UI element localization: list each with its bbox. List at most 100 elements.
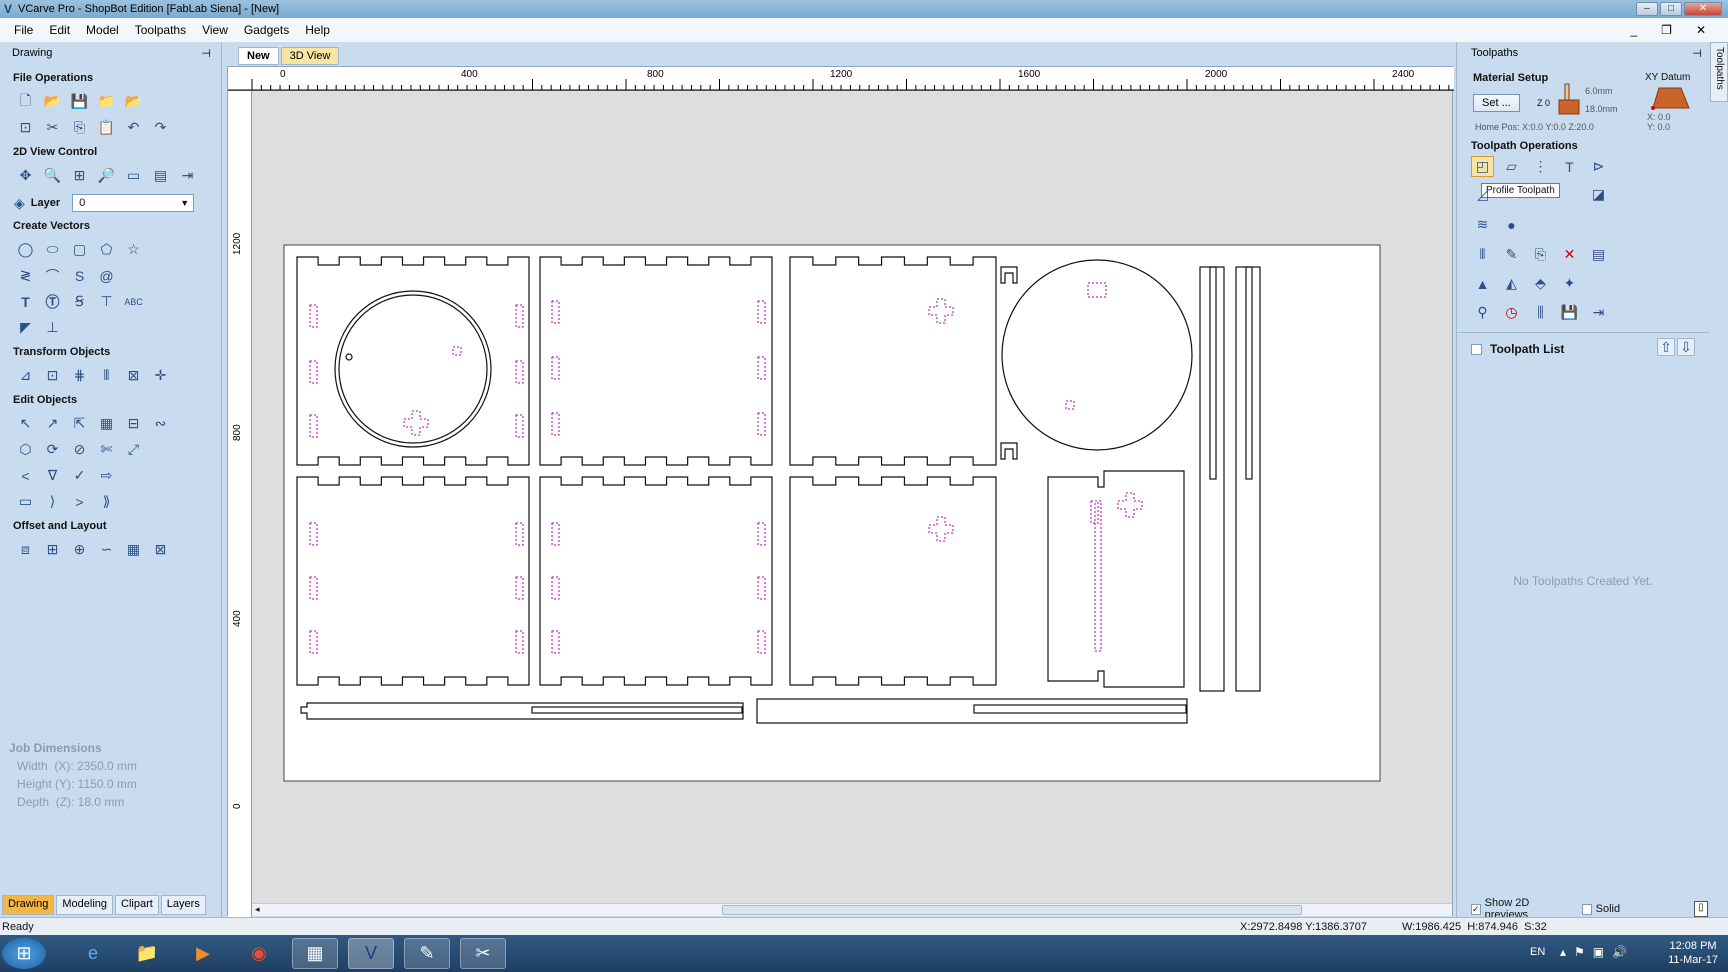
move-down-icon[interactable]: ⇩ bbox=[1677, 338, 1695, 356]
volume-icon[interactable]: 🔊 bbox=[1612, 945, 1635, 959]
polygon-icon[interactable]: ⬠ bbox=[95, 239, 118, 260]
fluting-toolpath-icon[interactable]: ◿ bbox=[1471, 184, 1494, 205]
toolpath-template-icon[interactable]: ⚲ bbox=[1471, 302, 1494, 323]
copy-along-vector-icon[interactable]: ∽ bbox=[95, 539, 118, 560]
close-button[interactable]: ✕ bbox=[1684, 2, 1722, 16]
menu-view[interactable]: View bbox=[194, 23, 236, 37]
spiral-icon[interactable]: @ bbox=[95, 265, 118, 286]
doc-close-icon[interactable]: ✕ bbox=[1688, 23, 1722, 37]
calculate-icon[interactable]: ▤ bbox=[1587, 244, 1610, 265]
rotate-icon[interactable]: ✛ bbox=[149, 365, 172, 386]
scissors-icon[interactable]: ✄ bbox=[95, 439, 118, 460]
profile-toolpath-icon[interactable]: ◰ bbox=[1471, 156, 1494, 177]
zoom-icon[interactable]: 🔍 bbox=[41, 165, 64, 186]
snipping-tool-icon[interactable]: ✂ bbox=[460, 938, 506, 969]
group-icon[interactable]: ▦ bbox=[95, 413, 118, 434]
preview-selected-icon[interactable]: ◭ bbox=[1500, 273, 1523, 294]
align-icon[interactable]: ⋕ bbox=[68, 365, 91, 386]
file-explorer-icon[interactable]: 📁 bbox=[124, 938, 170, 969]
toolpath-list[interactable]: No Toolpaths Created Yet. bbox=[1457, 364, 1709, 899]
tool-list-icon[interactable]: ⫼ bbox=[1529, 302, 1552, 323]
layer-select[interactable]: 0 ▼ bbox=[72, 194, 195, 212]
menu-file[interactable]: File bbox=[6, 23, 41, 37]
copy-icon[interactable]: ⎘ bbox=[68, 117, 91, 138]
open-file-icon[interactable]: 📂 bbox=[41, 91, 64, 112]
mirror-icon[interactable]: ⫴ bbox=[95, 365, 118, 386]
scroll-left-arrow[interactable]: ◂ bbox=[255, 904, 260, 915]
save-toolpath-icon[interactable]: 💾 bbox=[1558, 302, 1581, 323]
tab-modeling[interactable]: Modeling bbox=[56, 895, 113, 915]
text-box-icon[interactable]: Ⓣ bbox=[41, 291, 64, 312]
tab-3d-view[interactable]: 3D View bbox=[280, 47, 340, 65]
tool-database-icon[interactable]: ⫴ bbox=[1471, 244, 1494, 265]
doc-restore-icon[interactable]: ❐ bbox=[1653, 23, 1688, 37]
system-clock[interactable]: 12:08 PM 11-Mar-17 bbox=[1668, 939, 1718, 967]
array-copy-icon[interactable]: ⊞ bbox=[41, 539, 64, 560]
offset-icon[interactable]: ⧈ bbox=[14, 539, 37, 560]
smooth-icon[interactable]: ⟫ bbox=[95, 491, 118, 512]
curve-icon[interactable]: S bbox=[68, 265, 91, 286]
save-icon[interactable]: 💾 bbox=[68, 91, 91, 112]
print-icon[interactable]: ▯ bbox=[1694, 901, 1708, 917]
3d-roughing-icon[interactable]: ≋ bbox=[1471, 214, 1494, 235]
reset-preview-icon[interactable]: ⬘ bbox=[1529, 273, 1552, 294]
zoom-box-icon[interactable]: 🔎 bbox=[95, 165, 118, 186]
tab-new[interactable]: New bbox=[238, 47, 279, 65]
drawing-svg[interactable] bbox=[252, 91, 1452, 903]
tab-layers[interactable]: Layers bbox=[160, 895, 206, 915]
paint-taskbar-icon[interactable]: ✎ bbox=[404, 938, 450, 969]
edit-toolpath-icon[interactable]: ✎ bbox=[1500, 244, 1523, 265]
node-edit-icon[interactable]: ↗ bbox=[41, 413, 64, 434]
tab-clipart[interactable]: Clipart bbox=[115, 895, 159, 915]
paste-icon[interactable]: 📋 bbox=[95, 117, 118, 138]
flag-icon[interactable]: ⚑ bbox=[1574, 945, 1593, 959]
set-size-icon[interactable]: ⊡ bbox=[41, 365, 64, 386]
v-icon[interactable]: ∇ bbox=[41, 465, 64, 486]
import-bitmap-icon[interactable]: 📂 bbox=[122, 91, 145, 112]
nesting-icon[interactable]: ⊠ bbox=[149, 539, 172, 560]
close-vectors-icon[interactable]: ▭ bbox=[14, 491, 37, 512]
move-icon[interactable]: ⊿ bbox=[14, 365, 37, 386]
render-icon[interactable]: ✦ bbox=[1558, 273, 1581, 294]
circle-icon[interactable]: ◯ bbox=[14, 239, 37, 260]
outline-arrow-icon[interactable]: ⇨ bbox=[95, 465, 118, 486]
text-on-curve-icon[interactable]: Ꞩ bbox=[68, 291, 91, 312]
network-icon[interactable]: ▣ bbox=[1593, 945, 1612, 959]
menu-gadgets[interactable]: Gadgets bbox=[236, 23, 297, 37]
measure-icon[interactable]: ⊥ bbox=[41, 317, 64, 338]
menu-toolpaths[interactable]: Toolpaths bbox=[127, 23, 194, 37]
doc-minimize-icon[interactable]: _ bbox=[1622, 23, 1653, 37]
inlay-toolpath-icon[interactable]: ⊳ bbox=[1587, 156, 1610, 177]
select-icon[interactable]: ↖ bbox=[14, 413, 37, 434]
distort-icon[interactable]: ⊠ bbox=[122, 365, 145, 386]
redo-icon[interactable]: ↷ bbox=[149, 117, 172, 138]
move-up-icon[interactable]: ⇧ bbox=[1657, 338, 1675, 356]
solid-checkbox[interactable] bbox=[1582, 903, 1592, 915]
vcarve-taskbar-icon[interactable]: V bbox=[348, 938, 394, 969]
undo-icon[interactable]: ↶ bbox=[122, 117, 145, 138]
abc-text-icon[interactable]: ABC bbox=[122, 291, 145, 312]
minimize-button[interactable]: – bbox=[1636, 2, 1658, 16]
show-2d-previews-checkbox[interactable]: ✓ bbox=[1471, 903, 1481, 915]
ungroup-icon[interactable]: ⊟ bbox=[122, 413, 145, 434]
new-file-icon[interactable]: 🗋 bbox=[14, 91, 37, 112]
join-icon[interactable]: ⟩ bbox=[41, 491, 64, 512]
3d-finishing-icon[interactable]: ● bbox=[1500, 214, 1523, 235]
circular-array-icon[interactable]: ⊕ bbox=[68, 539, 91, 560]
polyline-icon[interactable]: ≷ bbox=[14, 265, 37, 286]
view-tile-icon[interactable]: ▤ bbox=[149, 165, 172, 186]
auto-layout-text-icon[interactable]: ⊤ bbox=[95, 291, 118, 312]
weld-icon[interactable]: ∾ bbox=[149, 413, 172, 434]
import-icon[interactable]: 📁 bbox=[95, 91, 118, 112]
language-indicator[interactable]: EN bbox=[1530, 946, 1545, 958]
extend-icon[interactable]: ⤢ bbox=[122, 439, 145, 460]
show-hidden-icons-icon[interactable]: ▴ bbox=[1560, 945, 1574, 959]
check-icon[interactable]: ✓ bbox=[68, 465, 91, 486]
arc-icon[interactable]: ⌒ bbox=[41, 265, 64, 286]
internet-explorer-icon[interactable]: e bbox=[70, 938, 116, 969]
chevron-left-icon[interactable]: < bbox=[14, 465, 37, 486]
zoom-all-icon[interactable]: ⊞ bbox=[68, 165, 91, 186]
toolpaths-side-tab[interactable]: Toolpaths bbox=[1710, 42, 1728, 102]
pin-icon[interactable]: ⊣ bbox=[1692, 47, 1702, 60]
menu-edit[interactable]: Edit bbox=[41, 23, 78, 37]
